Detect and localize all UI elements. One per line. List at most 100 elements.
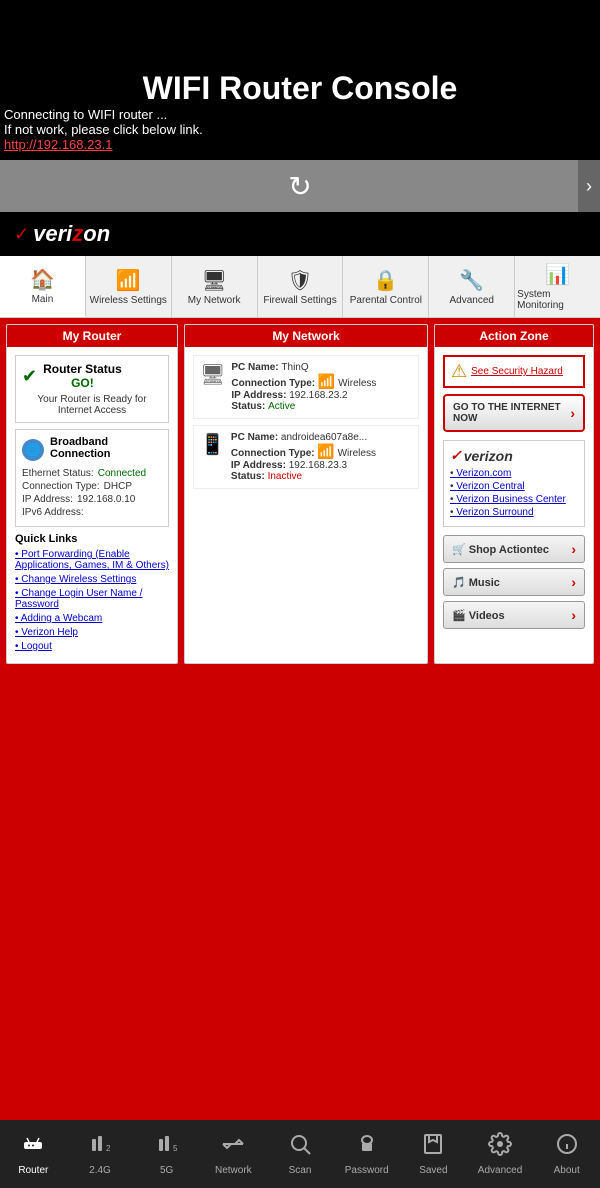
svg-text:2: 2: [106, 1144, 111, 1153]
wifi-icon-1: 📶: [318, 373, 335, 389]
checkmark-icon: ✔: [22, 366, 37, 387]
bottom-nav: Router 2 2.4G 5 5G: [0, 1120, 600, 1188]
tab-parental[interactable]: 🔒 Parental Control: [343, 256, 429, 317]
quick-link-port[interactable]: • Port Forwarding (Enable Applications, …: [15, 549, 169, 571]
bottom-nav-2g[interactable]: 2 2.4G: [67, 1120, 134, 1188]
top-black-bar: [0, 0, 600, 60]
main-content: My Router ✔ Router Status GO! Your Route…: [0, 318, 600, 670]
refresh-icon[interactable]: ↻: [288, 170, 311, 203]
quick-link-logout[interactable]: • Logout: [15, 641, 169, 652]
verizon-logo-small: ✓ verizon: [450, 447, 578, 464]
tab-system[interactable]: 📊 System Monitoring: [515, 256, 600, 317]
bottom-nav-router[interactable]: Router: [0, 1120, 67, 1188]
tab-my-network[interactable]: 🖥 My Network: [172, 256, 258, 317]
music-icon: 🎵 Music: [452, 576, 500, 589]
bottom-nav-2g-label: 2.4G: [89, 1165, 111, 1176]
device-1-ip-row: IP Address: 192.168.23.2: [231, 390, 376, 401]
quick-link-webcam[interactable]: • Adding a Webcam: [15, 613, 169, 624]
ethernet-value: Connected: [98, 468, 146, 479]
router-status-row: ✔ Router Status GO!: [22, 362, 162, 390]
device-1-info: PC Name: ThinQ Connection Type: 📶 Wirele…: [231, 362, 376, 412]
advanced-nav-icon: [488, 1132, 512, 1162]
tab-wireless-label: Wireless Settings: [90, 295, 167, 306]
bottom-nav-advanced[interactable]: Advanced: [467, 1120, 534, 1188]
router-desc: Your Router is Ready for Internet Access: [22, 394, 162, 416]
verizon-links-box: ✓ verizon Verizon.com Verizon Central Ve…: [443, 440, 585, 527]
device-1-name-row: PC Name: ThinQ: [231, 362, 376, 373]
action-zone-body: ⚠ See Security Hazard GO TO THE INTERNET…: [435, 347, 593, 642]
verizon-check-icon: ✓: [14, 224, 29, 245]
vz-link-0[interactable]: Verizon.com: [450, 468, 578, 479]
security-hazard-box[interactable]: ⚠ See Security Hazard: [443, 355, 585, 388]
music-button[interactable]: 🎵 Music ›: [443, 568, 585, 596]
videos-button[interactable]: 🎬 Videos ›: [443, 601, 585, 629]
router-status-info: Router Status GO!: [43, 362, 122, 390]
tab-main[interactable]: 🏠 Main: [0, 256, 86, 317]
device-2-status-row: Status: Inactive: [231, 471, 376, 482]
bottom-nav-saved-label: Saved: [419, 1165, 447, 1176]
svg-text:5: 5: [173, 1144, 178, 1153]
tab-advanced[interactable]: 🔧 Advanced: [429, 256, 515, 317]
internet-btn-label: GO TO THE INTERNET NOW: [453, 402, 566, 424]
device-1-status: Active: [268, 401, 295, 412]
quick-link-wireless[interactable]: • Change Wireless Settings: [15, 574, 169, 585]
my-network-header: My Network: [185, 325, 427, 347]
tab-firewall-label: Firewall Settings: [263, 295, 336, 306]
ip-label: IP Address:: [22, 494, 73, 505]
5g-nav-icon: 5: [155, 1132, 179, 1162]
ipv6-label: IPv6 Address:: [22, 507, 84, 518]
router-status-go: GO!: [43, 376, 122, 390]
password-nav-icon: [355, 1132, 379, 1162]
bottom-nav-saved[interactable]: Saved: [400, 1120, 467, 1188]
wifi-icon-2: 📶: [317, 443, 334, 459]
vz-link-2[interactable]: Verizon Business Center: [450, 494, 578, 505]
ip-row: IP Address: 192.168.0.10: [22, 494, 162, 505]
action-zone-panel: Action Zone ⚠ See Security Hazard GO TO …: [434, 324, 594, 664]
ip-value: 192.168.0.10: [77, 494, 135, 505]
device-2-info: PC Name: androidea607a8e... Connection T…: [231, 432, 376, 482]
security-text[interactable]: See Security Hazard: [471, 366, 563, 377]
bottom-nav-router-label: Router: [18, 1165, 48, 1176]
vz-link-3[interactable]: Verizon Surround: [450, 507, 578, 518]
system-icon: 📊: [545, 262, 570, 287]
bottom-nav-password-label: Password: [345, 1165, 389, 1176]
my-network-panel: My Network 🖥 PC Name: ThinQ Connection T…: [184, 324, 428, 664]
tab-my-network-label: My Network: [188, 295, 241, 306]
tab-main-label: Main: [32, 294, 54, 305]
device-row-2: 📱 PC Name: androidea607a8e... Connection…: [193, 425, 419, 489]
bottom-nav-password[interactable]: Password: [333, 1120, 400, 1188]
bottom-nav-5g[interactable]: 5 5G: [133, 1120, 200, 1188]
wireless-icon: 📶: [116, 268, 141, 293]
side-arrow[interactable]: ›: [578, 160, 600, 212]
header: WIFI Router Console Connecting to WIFI r…: [0, 60, 600, 160]
tab-firewall[interactable]: 🛡 Firewall Settings: [258, 256, 344, 317]
internet-button[interactable]: GO TO THE INTERNET NOW ›: [443, 394, 585, 432]
device-2-conn-row: Connection Type: 📶 Wireless: [231, 443, 376, 460]
broadband-section: 🌐 Broadband Connection Ethernet Status: …: [15, 429, 169, 527]
about-nav-icon: [555, 1132, 579, 1162]
page-title: WIFI Router Console: [0, 70, 600, 107]
action-zone-header: Action Zone: [435, 325, 593, 347]
tab-wireless[interactable]: 📶 Wireless Settings: [86, 256, 172, 317]
refresh-bar[interactable]: ↻ ›: [0, 160, 600, 212]
router-link[interactable]: http://192.168.23.1: [0, 137, 600, 152]
conn-type-label: Connection Type:: [22, 481, 100, 492]
device-1-conn-row: Connection Type: 📶 Wireless: [231, 373, 376, 390]
internet-arrow-icon: ›: [570, 405, 575, 421]
verizon-logo: verizon: [33, 221, 110, 247]
videos-arrow-icon: ›: [571, 607, 576, 623]
quick-link-help[interactable]: • Verizon Help: [15, 627, 169, 638]
quick-link-login[interactable]: • Change Login User Name / Password: [15, 588, 169, 610]
shop-actiontec-button[interactable]: 🛒 Shop Actiontec ›: [443, 535, 585, 563]
my-router-panel: My Router ✔ Router Status GO! Your Route…: [6, 324, 178, 664]
ethernet-status-row: Ethernet Status: Connected: [22, 468, 162, 479]
bottom-nav-network[interactable]: Network: [200, 1120, 267, 1188]
device-2-name: androidea607a8e...: [281, 432, 367, 443]
red-background-area: [0, 670, 600, 1070]
bottom-nav-about[interactable]: About: [533, 1120, 600, 1188]
bottom-nav-scan[interactable]: Scan: [267, 1120, 334, 1188]
bottom-nav-scan-label: Scan: [289, 1165, 312, 1176]
parental-icon: 🔒: [373, 268, 398, 293]
shop-arrow-icon: ›: [571, 541, 576, 557]
vz-link-1[interactable]: Verizon Central: [450, 481, 578, 492]
